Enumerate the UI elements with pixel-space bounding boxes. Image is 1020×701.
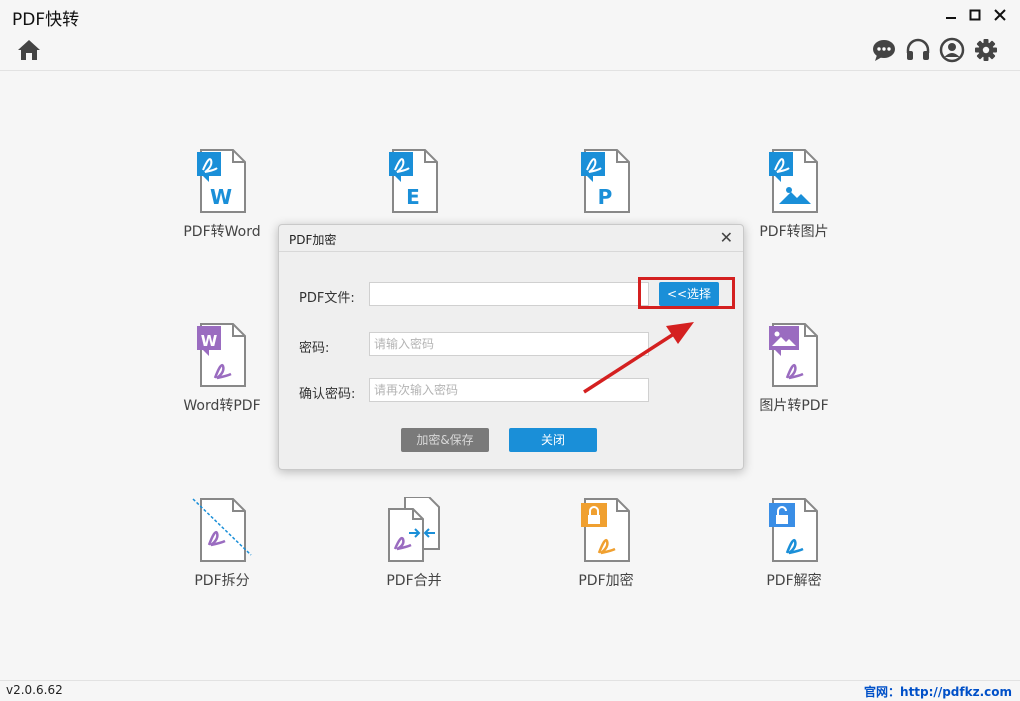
close-icon xyxy=(994,9,1006,21)
toolbar xyxy=(0,30,1020,71)
app-title: PDF快转 xyxy=(12,10,80,30)
account-button[interactable] xyxy=(939,37,965,63)
dialog-header: PDF加密 ✕ xyxy=(279,225,743,252)
version-text: v2.0.6.62 xyxy=(6,683,63,697)
chat-icon xyxy=(873,40,895,61)
close-dialog-button[interactable]: 关闭 xyxy=(509,428,597,452)
pdf-split-icon xyxy=(192,498,252,562)
status-bar: v2.0.6.62 官网：http://pdfkz.com xyxy=(0,680,1020,701)
pdf-to-word-icon: W xyxy=(197,149,246,213)
pdf-file-input[interactable] xyxy=(369,282,649,306)
support-button[interactable] xyxy=(905,37,931,63)
dialog-title: PDF加密 xyxy=(289,233,337,247)
chat-button[interactable] xyxy=(871,37,897,63)
home-icon xyxy=(18,40,40,60)
confirm-password-label: 确认密码: xyxy=(299,387,356,402)
headset-icon xyxy=(906,38,930,60)
maximize-icon xyxy=(969,9,981,21)
svg-text:P: P xyxy=(598,185,613,209)
tile-label: PDF加密 xyxy=(578,573,634,589)
pdf-encrypt-icon xyxy=(581,498,630,562)
svg-text:W: W xyxy=(210,185,232,209)
pdf-to-excel-icon: E xyxy=(389,149,438,213)
close-button[interactable] xyxy=(989,4,1011,26)
encrypt-save-button[interactable]: 加密&保存 xyxy=(401,428,489,452)
maximize-button[interactable] xyxy=(964,4,986,26)
tile-pdf-encrypt[interactable]: PDF加密 xyxy=(526,497,686,617)
password-label: 密码: xyxy=(299,341,330,356)
website-link[interactable]: 官网：http://pdfkz.com xyxy=(864,683,1012,700)
home-button[interactable] xyxy=(16,37,42,63)
tile-pdf-merge[interactable]: PDF合并 xyxy=(334,497,494,617)
minimize-icon xyxy=(946,17,956,19)
tile-pdf-decrypt[interactable]: PDF解密 xyxy=(714,497,874,617)
annotation-arrow-icon xyxy=(583,322,694,394)
dialog-close-icon[interactable]: ✕ xyxy=(720,228,733,247)
pdf-file-label: PDF文件: xyxy=(299,291,355,306)
pdf-to-image-icon xyxy=(769,149,818,213)
tile-pdf-split[interactable]: PDF拆分 xyxy=(142,497,302,617)
tile-label: PDF合并 xyxy=(386,573,442,589)
tile-label: PDF拆分 xyxy=(194,573,250,589)
minimize-button[interactable] xyxy=(940,4,962,26)
title-bar: PDF快转 xyxy=(0,0,1020,30)
highlight-box xyxy=(638,277,735,309)
gear-icon xyxy=(975,39,997,61)
pdf-to-ppt-icon: P xyxy=(581,149,630,213)
tile-label: PDF解密 xyxy=(766,573,822,589)
image-to-pdf-icon xyxy=(769,323,818,387)
word-to-pdf-icon: W xyxy=(197,323,246,387)
pdf-merge-icon xyxy=(388,497,440,562)
svg-text:E: E xyxy=(406,185,420,209)
svg-text:W: W xyxy=(201,332,218,350)
user-icon xyxy=(939,37,965,63)
pdf-decrypt-icon xyxy=(769,498,818,562)
settings-button[interactable] xyxy=(973,37,999,63)
